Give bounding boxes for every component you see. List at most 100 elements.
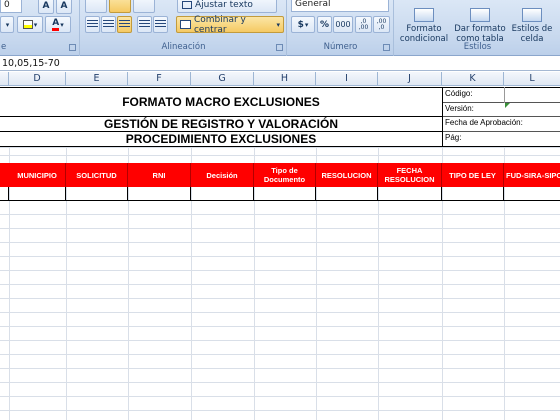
- column-header-d[interactable]: D: [9, 72, 66, 86]
- number-group: General $ ▾ % 000 ,0 ,00 ,00 ,0 Número: [288, 0, 394, 56]
- thousands-button[interactable]: 000: [333, 16, 353, 33]
- data-cell[interactable]: [191, 187, 254, 201]
- chevron-down-icon: ▾: [304, 20, 309, 29]
- comment-indicator-icon: [505, 103, 510, 108]
- gridline: [0, 382, 560, 383]
- title-macro-exclusiones[interactable]: FORMATO MACRO EXCLUSIONES: [0, 95, 442, 109]
- percent-icon: %: [319, 19, 330, 30]
- alignment-group: Ajustar texto Combinar y centrar ▾ Alinea…: [81, 0, 287, 56]
- grow-font-button[interactable]: A: [38, 0, 54, 14]
- shrink-font-button[interactable]: A: [56, 0, 72, 14]
- gridline: [0, 410, 560, 411]
- number-format-select[interactable]: General: [291, 0, 389, 12]
- font-group: 0 A A ▾ ▾ A ▾ e: [0, 0, 80, 56]
- data-cell[interactable]: [442, 187, 504, 201]
- conditional-format-button[interactable]: Formato condicional: [397, 0, 451, 44]
- gridline: [0, 214, 560, 215]
- font-color-icon: A: [52, 18, 60, 31]
- font-group-label: e: [1, 42, 7, 52]
- alignment-group-label: Alineación: [161, 42, 206, 52]
- align-left-button[interactable]: [85, 16, 100, 33]
- gridline: [0, 228, 560, 229]
- header-municipio[interactable]: MUNICIPIO: [9, 163, 66, 187]
- gridline: [0, 298, 560, 299]
- decrease-indent-icon: [139, 20, 150, 29]
- font-dialog-launcher[interactable]: [69, 44, 76, 51]
- column-header-k[interactable]: K: [442, 72, 504, 86]
- orientation-button-mid[interactable]: [109, 0, 131, 13]
- header-row-left-edge: [0, 163, 9, 187]
- chevron-down-icon: ▾: [33, 20, 38, 29]
- column-header-e[interactable]: E: [66, 72, 128, 86]
- header-rni[interactable]: RNI: [128, 163, 191, 187]
- header-decision[interactable]: Decisión: [191, 163, 254, 187]
- increase-indent-icon: [155, 20, 166, 29]
- styles-group: Formato condicional Dar formato como tab…: [395, 0, 560, 56]
- column-header-f[interactable]: F: [128, 72, 191, 86]
- gridline: [0, 312, 560, 313]
- alignment-dialog-launcher[interactable]: [276, 44, 283, 51]
- font-size-select[interactable]: 0: [0, 0, 22, 13]
- orientation-button-right[interactable]: [133, 0, 155, 13]
- border: [443, 131, 560, 132]
- column-header-h[interactable]: H: [254, 72, 316, 86]
- header-fud-sira-sipod[interactable]: FUD-SIRA-SIPOD: [504, 163, 560, 187]
- gridline: [0, 396, 560, 397]
- column-header-g[interactable]: G: [191, 72, 254, 86]
- column-header-j[interactable]: J: [378, 72, 442, 86]
- align-center-button[interactable]: [101, 16, 116, 33]
- data-cell[interactable]: [316, 187, 378, 201]
- cell-styles-button[interactable]: Estilos de celda: [508, 0, 556, 44]
- meta-codigo[interactable]: Código:: [443, 89, 560, 98]
- meta-pag[interactable]: Pág:: [443, 133, 560, 142]
- currency-button[interactable]: $ ▾: [291, 16, 315, 33]
- gridline: [0, 284, 560, 285]
- gridline: [0, 326, 560, 327]
- chevron-down-icon: ▾: [276, 20, 280, 29]
- gridline: [0, 340, 560, 341]
- decrease-indent-button[interactable]: [137, 16, 152, 33]
- number-dialog-launcher[interactable]: [383, 44, 390, 51]
- border: [0, 87, 560, 88]
- header-solicitud[interactable]: SOLICITUD: [66, 163, 128, 187]
- orientation-button-left[interactable]: [85, 0, 107, 13]
- header-fecha-resolucion[interactable]: FECHA RESOLUCION: [378, 163, 442, 187]
- align-center-icon: [103, 20, 114, 29]
- data-cell[interactable]: [128, 187, 191, 201]
- gridline: [0, 368, 560, 369]
- meta-version[interactable]: Versión:: [443, 104, 560, 113]
- meta-fecha-aprobacion[interactable]: Fecha de Aprobación:: [443, 118, 560, 127]
- fill-color-icon: [22, 20, 33, 29]
- title-procedimiento[interactable]: PROCEDIMIENTO EXCLUSIONES: [0, 132, 442, 146]
- increase-indent-button[interactable]: [153, 16, 168, 33]
- header-tipo-documento[interactable]: Tipo de Documento: [254, 163, 316, 187]
- column-header-l[interactable]: L: [504, 72, 560, 86]
- header-tipo-ley[interactable]: TIPO DE LEY: [442, 163, 504, 187]
- formula-bar[interactable]: 10,05,15-70: [0, 57, 560, 71]
- column-header-i[interactable]: I: [316, 72, 378, 86]
- data-cell[interactable]: [66, 187, 128, 201]
- gridline: [0, 270, 560, 271]
- format-table-button[interactable]: Dar formato como tabla: [453, 0, 507, 44]
- merge-center-button[interactable]: Combinar y centrar ▾: [176, 15, 284, 35]
- gridline: [0, 242, 560, 243]
- data-cell[interactable]: [504, 187, 560, 201]
- borders-button[interactable]: ▾: [0, 16, 14, 33]
- data-cell[interactable]: [0, 187, 9, 201]
- increase-decimals-button[interactable]: ,0 ,00: [355, 16, 372, 33]
- cell-styles-icon: [522, 8, 542, 22]
- worksheet-grid[interactable]: FORMATO MACRO EXCLUSIONES GESTIÓN DE REG…: [0, 87, 560, 420]
- percent-button[interactable]: %: [317, 16, 332, 33]
- data-cell[interactable]: [254, 187, 316, 201]
- header-resolucion[interactable]: RESOLUCION: [316, 163, 378, 187]
- wrap-text-button[interactable]: Ajustar texto: [177, 0, 277, 13]
- data-cell[interactable]: [9, 187, 66, 201]
- fill-color-button[interactable]: ▾: [17, 16, 43, 33]
- column-header-edge[interactable]: [0, 72, 9, 86]
- formula-content: 10,05,15-70: [2, 58, 60, 69]
- decrease-decimals-button[interactable]: ,00 ,0: [373, 16, 390, 33]
- title-gestion-registro[interactable]: GESTIÓN DE REGISTRO Y VALORACIÓN: [0, 117, 442, 131]
- align-right-button[interactable]: [117, 16, 132, 33]
- data-cell[interactable]: [378, 187, 442, 201]
- font-color-button[interactable]: A ▾: [45, 16, 71, 33]
